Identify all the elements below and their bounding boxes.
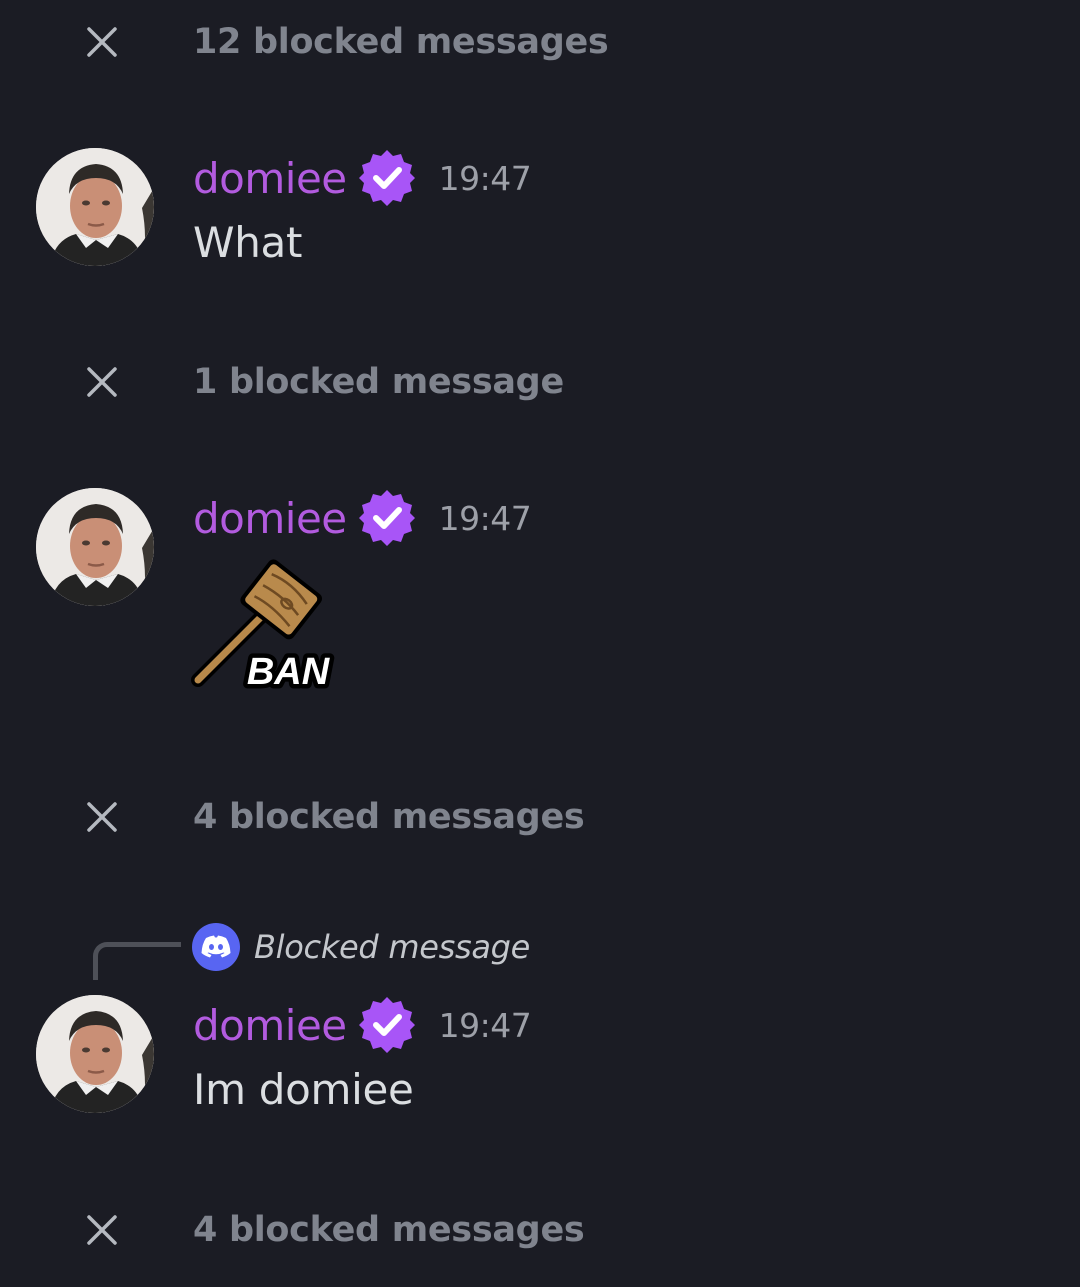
message-header: domiee 19:47	[193, 995, 532, 1055]
verified-badge-icon	[358, 490, 415, 546]
timestamp: 19:47	[438, 158, 532, 198]
timestamp: 19:47	[438, 498, 532, 538]
reply-reference[interactable]: Blocked message	[192, 922, 530, 972]
discord-icon	[192, 923, 240, 971]
blocked-messages-row[interactable]: 4 blocked messages	[0, 1190, 1080, 1270]
verified-badge-icon	[358, 150, 415, 206]
close-icon[interactable]	[84, 24, 120, 60]
username[interactable]: domiee	[193, 494, 347, 543]
message-text: What	[193, 218, 303, 267]
avatar[interactable]	[36, 488, 154, 606]
close-icon[interactable]	[84, 799, 120, 835]
close-icon[interactable]	[84, 364, 120, 400]
close-icon[interactable]	[84, 1212, 120, 1248]
blocked-messages-row[interactable]: 1 blocked message	[0, 342, 1080, 422]
blocked-messages-row[interactable]: 12 blocked messages	[0, 2, 1080, 82]
avatar[interactable]	[36, 995, 154, 1113]
username[interactable]: domiee	[193, 1001, 347, 1050]
blocked-messages-label[interactable]: 4 blocked messages	[193, 1210, 585, 1250]
timestamp: 19:47	[438, 1005, 532, 1045]
blocked-messages-label[interactable]: 12 blocked messages	[193, 22, 609, 62]
message-header: domiee 19:47	[193, 488, 532, 548]
sticker-label: BAN	[247, 651, 331, 693]
blocked-messages-label[interactable]: 4 blocked messages	[193, 797, 585, 837]
reply-connector	[93, 942, 181, 980]
blocked-messages-label[interactable]: 1 blocked message	[193, 362, 564, 402]
message-header: domiee 19:47	[193, 148, 532, 208]
blocked-messages-row[interactable]: 4 blocked messages	[0, 777, 1080, 857]
message-text: Im domiee	[193, 1065, 414, 1114]
avatar[interactable]	[36, 148, 154, 266]
ban-hammer-sticker[interactable]: BAN	[190, 552, 338, 700]
username[interactable]: domiee	[193, 154, 347, 203]
reply-text[interactable]: Blocked message	[254, 928, 530, 966]
verified-badge-icon	[358, 997, 415, 1053]
